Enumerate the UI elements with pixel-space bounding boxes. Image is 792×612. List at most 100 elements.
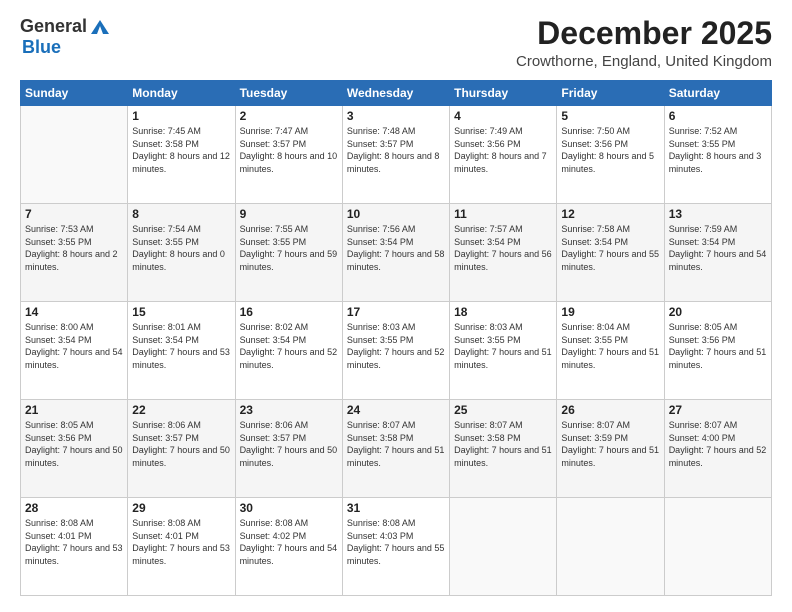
- sunset-text: Sunset: 3:56 PM: [561, 139, 628, 149]
- sunset-text: Sunset: 3:56 PM: [454, 139, 521, 149]
- sunset-text: Sunset: 4:01 PM: [25, 531, 92, 541]
- day-number: 19: [561, 305, 659, 319]
- day-number: 1: [132, 109, 230, 123]
- day-number: 10: [347, 207, 445, 221]
- calendar-week-row: 1 Sunrise: 7:45 AM Sunset: 3:58 PM Dayli…: [21, 106, 772, 204]
- calendar-week-row: 14 Sunrise: 8:00 AM Sunset: 3:54 PM Dayl…: [21, 302, 772, 400]
- day-number: 16: [240, 305, 338, 319]
- sunrise-text: Sunrise: 7:48 AM: [347, 126, 416, 136]
- daylight-text: Daylight: 7 hours and 54 minutes.: [669, 249, 767, 272]
- day-number: 9: [240, 207, 338, 221]
- day-number: 26: [561, 403, 659, 417]
- table-row: [664, 498, 771, 596]
- daylight-text: Daylight: 7 hours and 54 minutes.: [240, 543, 338, 566]
- sunrise-text: Sunrise: 8:07 AM: [669, 420, 738, 430]
- sunset-text: Sunset: 3:57 PM: [132, 433, 199, 443]
- table-row: 27 Sunrise: 8:07 AM Sunset: 4:00 PM Dayl…: [664, 400, 771, 498]
- table-row: [557, 498, 664, 596]
- sunrise-text: Sunrise: 7:47 AM: [240, 126, 309, 136]
- daylight-text: Daylight: 7 hours and 52 minutes.: [347, 347, 445, 370]
- daylight-text: Daylight: 7 hours and 55 minutes.: [347, 543, 445, 566]
- logo: General Blue: [20, 16, 111, 58]
- table-row: 31 Sunrise: 8:08 AM Sunset: 4:03 PM Dayl…: [342, 498, 449, 596]
- sunset-text: Sunset: 3:57 PM: [347, 139, 414, 149]
- day-info: Sunrise: 7:59 AM Sunset: 3:54 PM Dayligh…: [669, 223, 767, 273]
- table-row: [21, 106, 128, 204]
- sunrise-text: Sunrise: 8:08 AM: [25, 518, 94, 528]
- day-info: Sunrise: 8:00 AM Sunset: 3:54 PM Dayligh…: [25, 321, 123, 371]
- day-number: 12: [561, 207, 659, 221]
- sunset-text: Sunset: 3:57 PM: [240, 139, 307, 149]
- calendar-week-row: 7 Sunrise: 7:53 AM Sunset: 3:55 PM Dayli…: [21, 204, 772, 302]
- col-wednesday: Wednesday: [342, 81, 449, 106]
- sunrise-text: Sunrise: 8:06 AM: [240, 420, 309, 430]
- sunset-text: Sunset: 3:55 PM: [347, 335, 414, 345]
- day-info: Sunrise: 7:45 AM Sunset: 3:58 PM Dayligh…: [132, 125, 230, 175]
- day-number: 2: [240, 109, 338, 123]
- table-row: 1 Sunrise: 7:45 AM Sunset: 3:58 PM Dayli…: [128, 106, 235, 204]
- table-row: 6 Sunrise: 7:52 AM Sunset: 3:55 PM Dayli…: [664, 106, 771, 204]
- daylight-text: Daylight: 8 hours and 7 minutes.: [454, 151, 547, 174]
- day-info: Sunrise: 8:02 AM Sunset: 3:54 PM Dayligh…: [240, 321, 338, 371]
- daylight-text: Daylight: 7 hours and 52 minutes.: [669, 445, 767, 468]
- table-row: 10 Sunrise: 7:56 AM Sunset: 3:54 PM Dayl…: [342, 204, 449, 302]
- sunrise-text: Sunrise: 8:04 AM: [561, 322, 630, 332]
- table-row: 13 Sunrise: 7:59 AM Sunset: 3:54 PM Dayl…: [664, 204, 771, 302]
- day-number: 25: [454, 403, 552, 417]
- day-number: 11: [454, 207, 552, 221]
- sunrise-text: Sunrise: 8:01 AM: [132, 322, 201, 332]
- day-info: Sunrise: 7:53 AM Sunset: 3:55 PM Dayligh…: [25, 223, 123, 273]
- table-row: 19 Sunrise: 8:04 AM Sunset: 3:55 PM Dayl…: [557, 302, 664, 400]
- daylight-text: Daylight: 7 hours and 56 minutes.: [454, 249, 552, 272]
- col-sunday: Sunday: [21, 81, 128, 106]
- table-row: 11 Sunrise: 7:57 AM Sunset: 3:54 PM Dayl…: [450, 204, 557, 302]
- daylight-text: Daylight: 8 hours and 2 minutes.: [25, 249, 118, 272]
- table-row: 4 Sunrise: 7:49 AM Sunset: 3:56 PM Dayli…: [450, 106, 557, 204]
- sunset-text: Sunset: 3:55 PM: [669, 139, 736, 149]
- sunrise-text: Sunrise: 7:59 AM: [669, 224, 738, 234]
- table-row: 25 Sunrise: 8:07 AM Sunset: 3:58 PM Dayl…: [450, 400, 557, 498]
- daylight-text: Daylight: 7 hours and 51 minutes.: [561, 347, 659, 370]
- sunset-text: Sunset: 3:56 PM: [25, 433, 92, 443]
- daylight-text: Daylight: 8 hours and 8 minutes.: [347, 151, 440, 174]
- sunrise-text: Sunrise: 8:07 AM: [347, 420, 416, 430]
- day-info: Sunrise: 8:05 AM Sunset: 3:56 PM Dayligh…: [669, 321, 767, 371]
- logo-general-text: General: [20, 16, 87, 37]
- daylight-text: Daylight: 7 hours and 51 minutes.: [669, 347, 767, 370]
- day-info: Sunrise: 8:07 AM Sunset: 3:58 PM Dayligh…: [347, 419, 445, 469]
- calendar-table: Sunday Monday Tuesday Wednesday Thursday…: [20, 80, 772, 596]
- sunrise-text: Sunrise: 8:05 AM: [25, 420, 94, 430]
- day-number: 31: [347, 501, 445, 515]
- day-info: Sunrise: 7:55 AM Sunset: 3:55 PM Dayligh…: [240, 223, 338, 273]
- logo-blue-text: Blue: [22, 37, 61, 57]
- day-info: Sunrise: 7:54 AM Sunset: 3:55 PM Dayligh…: [132, 223, 230, 273]
- sunrise-text: Sunrise: 8:08 AM: [132, 518, 201, 528]
- day-number: 15: [132, 305, 230, 319]
- sunset-text: Sunset: 4:00 PM: [669, 433, 736, 443]
- daylight-text: Daylight: 8 hours and 10 minutes.: [240, 151, 338, 174]
- day-number: 24: [347, 403, 445, 417]
- sunrise-text: Sunrise: 8:00 AM: [25, 322, 94, 332]
- daylight-text: Daylight: 7 hours and 50 minutes.: [132, 445, 230, 468]
- day-info: Sunrise: 7:48 AM Sunset: 3:57 PM Dayligh…: [347, 125, 445, 175]
- daylight-text: Daylight: 7 hours and 53 minutes.: [25, 543, 123, 566]
- sunset-text: Sunset: 3:55 PM: [25, 237, 92, 247]
- month-title: December 2025: [516, 16, 772, 51]
- sunset-text: Sunset: 4:02 PM: [240, 531, 307, 541]
- header: General Blue December 2025 Crowthorne, E…: [20, 16, 772, 70]
- daylight-text: Daylight: 7 hours and 59 minutes.: [240, 249, 338, 272]
- day-number: 27: [669, 403, 767, 417]
- daylight-text: Daylight: 7 hours and 55 minutes.: [561, 249, 659, 272]
- table-row: 14 Sunrise: 8:00 AM Sunset: 3:54 PM Dayl…: [21, 302, 128, 400]
- sunrise-text: Sunrise: 8:06 AM: [132, 420, 201, 430]
- col-thursday: Thursday: [450, 81, 557, 106]
- sunrise-text: Sunrise: 7:55 AM: [240, 224, 309, 234]
- day-number: 5: [561, 109, 659, 123]
- daylight-text: Daylight: 7 hours and 51 minutes.: [347, 445, 445, 468]
- table-row: 21 Sunrise: 8:05 AM Sunset: 3:56 PM Dayl…: [21, 400, 128, 498]
- daylight-text: Daylight: 8 hours and 3 minutes.: [669, 151, 762, 174]
- table-row: 17 Sunrise: 8:03 AM Sunset: 3:55 PM Dayl…: [342, 302, 449, 400]
- daylight-text: Daylight: 7 hours and 50 minutes.: [240, 445, 338, 468]
- col-saturday: Saturday: [664, 81, 771, 106]
- day-number: 8: [132, 207, 230, 221]
